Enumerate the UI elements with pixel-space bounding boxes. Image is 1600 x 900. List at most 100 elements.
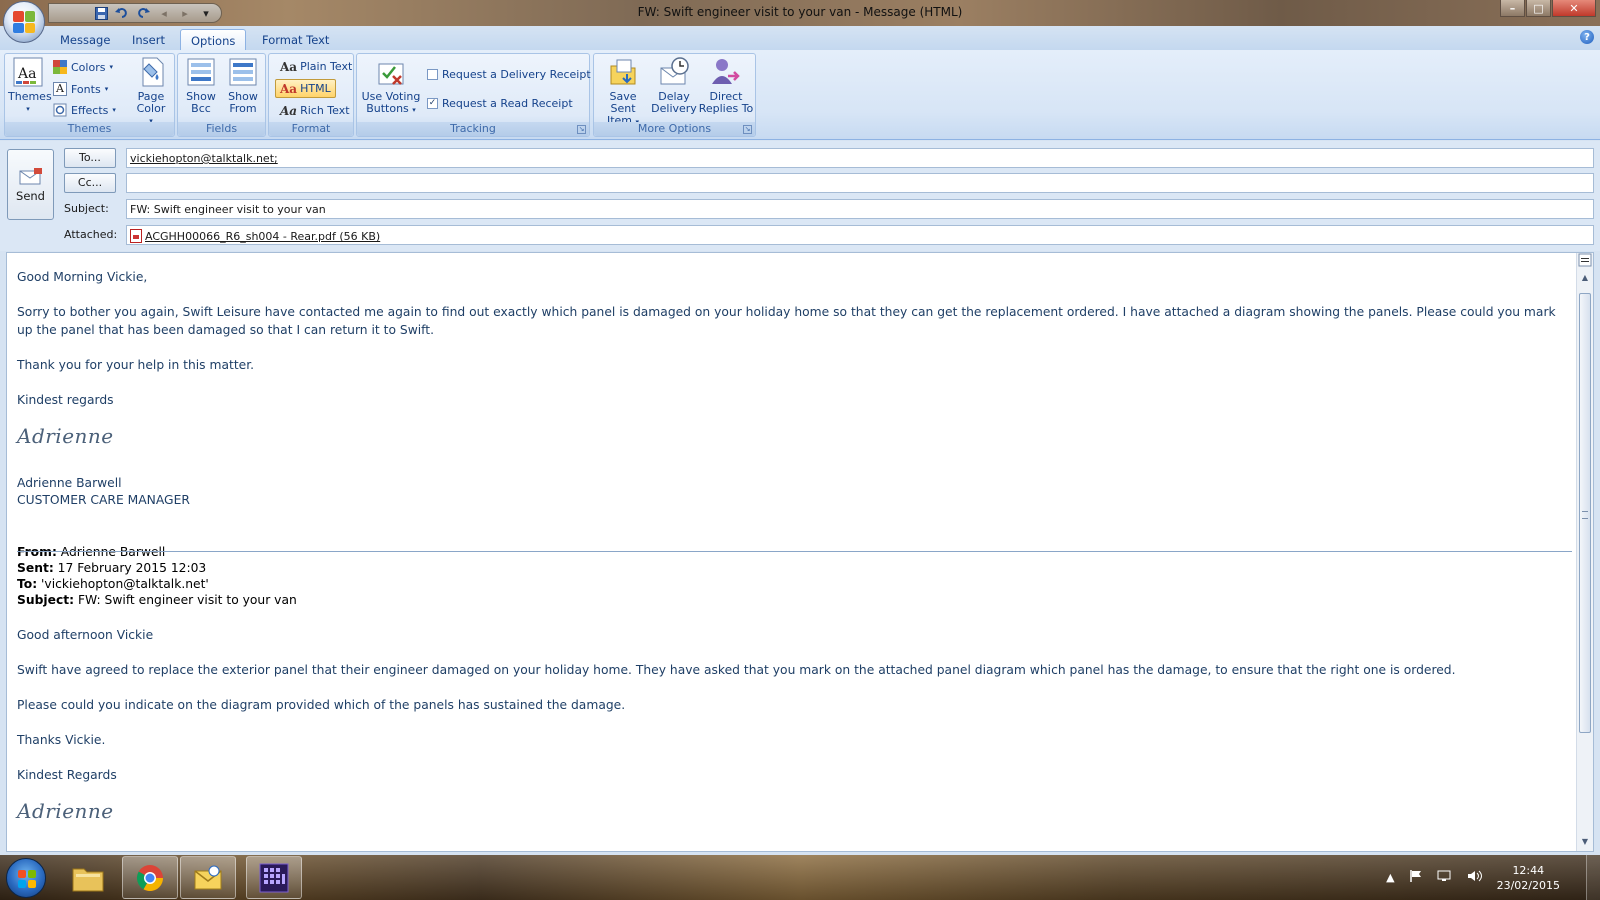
signature-name: Adrienne Barwell (17, 476, 122, 490)
to-field[interactable]: vickiehopton@talktalk.net; (126, 148, 1594, 168)
forwarded-from: From: Adrienne Barwell (17, 545, 166, 559)
delivery-receipt-check[interactable] (427, 68, 438, 80)
cc-button[interactable]: Cc... (64, 173, 116, 193)
fonts-icon: A (53, 82, 67, 96)
close-button[interactable]: ✕ (1552, 0, 1596, 17)
show-bcc-button[interactable]: Show Bcc (181, 56, 221, 115)
network-icon[interactable] (1437, 869, 1453, 886)
fonts-label: Fonts (71, 82, 101, 96)
read-receipt-check[interactable]: ✓ (427, 97, 438, 109)
page-color-button[interactable]: Page Color ▾ (129, 56, 173, 127)
rich-text-option[interactable]: Aa Rich Text (275, 101, 355, 120)
tray-expand-icon[interactable]: ▲ (1386, 871, 1394, 884)
message-body[interactable]: Good Morning Vickie, Sorry to bother you… (6, 252, 1594, 852)
windows-logo-icon (18, 870, 36, 888)
forwarded-to: To: 'vickiehopton@talktalk.net' (17, 577, 209, 591)
format-group-label: Format (269, 122, 353, 136)
chrome-icon (136, 864, 164, 891)
forwarded-sent: Sent: 17 February 2015 12:03 (17, 561, 207, 575)
taskbar-explorer[interactable] (60, 856, 116, 899)
voting-icon (375, 56, 407, 88)
to-recipient[interactable]: vickiehopton@talktalk.net; (130, 152, 278, 165)
taskbar-outlook[interactable] (180, 856, 236, 899)
to-button[interactable]: To... (64, 148, 116, 168)
send-label: Send (16, 189, 45, 203)
maximize-button[interactable]: □ (1526, 0, 1551, 17)
tracking-dialog-launcher[interactable]: ↘ (577, 125, 586, 134)
clock[interactable]: 12:44 23/02/2015 (1497, 863, 1560, 893)
themes-button[interactable]: Aa Themes ▾ (8, 56, 52, 115)
rich-text-icon: Aa (280, 103, 298, 118)
tab-insert[interactable]: Insert (122, 29, 175, 50)
tab-options[interactable]: Options (180, 29, 247, 50)
ruler-toggle-icon[interactable] (1578, 253, 1592, 267)
plain-text-icon: Aa (280, 59, 298, 74)
scroll-down-icon[interactable]: ▼ (1578, 835, 1592, 849)
outlook-icon (194, 865, 222, 889)
window-controls: – □ ✕ (1500, 0, 1596, 17)
office-button[interactable] (3, 1, 45, 43)
direct-replies-button[interactable]: Direct Replies To (698, 56, 754, 115)
svg-text:Aa: Aa (17, 66, 36, 82)
direct-label-2: Replies To (698, 102, 754, 115)
read-receipt-checkbox[interactable]: ✓ Request a Read Receipt (427, 94, 573, 112)
plain-text-label: Plain Text (300, 60, 353, 73)
save-sent-item-button[interactable]: Save Sent Item ▾ (597, 56, 649, 128)
help-icon[interactable]: ? (1580, 30, 1594, 44)
forwarded-paragraph-2: Please could you indicate on the diagram… (17, 698, 626, 712)
themes-icon: Aa (12, 56, 44, 88)
fonts-button[interactable]: A Fonts ▾ (53, 80, 108, 98)
voting-buttons-button[interactable]: Use Voting Buttons ▾ (360, 56, 422, 116)
show-bcc-icon (185, 56, 217, 88)
more-options-dialog-launcher[interactable]: ↘ (743, 125, 752, 134)
office-logo-icon (13, 11, 35, 33)
effects-button[interactable]: Effects ▾ (53, 101, 116, 119)
delivery-receipt-checkbox[interactable]: Request a Delivery Receipt (427, 65, 591, 83)
attachment-link[interactable]: ACGHH00066_R6_sh004 - Rear.pdf (56 KB) (145, 230, 380, 243)
ribbon: Aa Themes ▾ Colors ▾ A Fonts ▾ Effects ▾ Pa… (0, 50, 1600, 140)
show-desktop-button[interactable] (1586, 855, 1600, 900)
taskbar: ▲ 12:44 23/02/2015 (0, 855, 1600, 900)
html-icon: Aa (280, 81, 298, 96)
pdf-icon (130, 229, 142, 243)
send-button[interactable]: Send (7, 149, 54, 220)
scroll-up-icon[interactable]: ▲ (1578, 271, 1592, 285)
minimize-button[interactable]: – (1500, 0, 1525, 17)
subject-field[interactable]: FW: Swift engineer visit to your van (126, 199, 1594, 219)
format-group: Aa Plain Text Aa HTML Aa Rich Text Format (268, 53, 354, 137)
action-center-flag-icon[interactable] (1409, 869, 1423, 886)
fields-group-label: Fields (178, 122, 265, 136)
colors-label: Colors (71, 60, 106, 74)
taskbar-chrome[interactable] (122, 856, 178, 899)
effects-icon (53, 103, 67, 117)
colors-button[interactable]: Colors ▾ (53, 58, 113, 76)
forwarded-greeting: Good afternoon Vickie (17, 628, 154, 642)
tab-message[interactable]: Message (50, 29, 120, 50)
rich-text-label: Rich Text (300, 104, 350, 117)
save-sent-icon (607, 56, 639, 88)
themes-group-label: Themes (5, 122, 174, 136)
taskbar-app-grid[interactable] (246, 856, 302, 899)
vertical-scrollbar[interactable]: ▲ ▼ (1576, 253, 1593, 851)
tab-format-text[interactable]: Format Text (252, 29, 339, 50)
effects-label: Effects (71, 103, 109, 117)
clock-date: 23/02/2015 (1496, 878, 1560, 892)
more-options-group-label: More Options (594, 122, 755, 136)
greeting: Good Morning Vickie, (17, 270, 148, 284)
plain-text-option[interactable]: Aa Plain Text (275, 57, 357, 76)
attachment-field: ACGHH00066_R6_sh004 - Rear.pdf (56 KB) (126, 225, 1594, 245)
start-button[interactable] (6, 858, 46, 898)
title-bar: ◂ ▸ ▾ FW: Swift engineer visit to your v… (0, 0, 1600, 26)
html-option[interactable]: Aa HTML (275, 79, 336, 98)
show-from-label-2: From (229, 102, 257, 115)
message-header: Send To... vickiehopton@talktalk.net; Cc… (0, 141, 1600, 251)
window-title: FW: Swift engineer visit to your van - M… (637, 5, 963, 19)
delay-delivery-button[interactable]: Delay Delivery (650, 56, 698, 115)
volume-icon[interactable] (1467, 869, 1483, 886)
body-paragraph-1: Sorry to bother you again, Swift Leisure… (17, 305, 1556, 337)
show-from-button[interactable]: Show From (223, 56, 263, 115)
cc-field[interactable] (126, 173, 1594, 193)
save-sent-label-1: Save Sent (609, 90, 637, 115)
read-receipt-label: Request a Read Receipt (442, 96, 573, 110)
direct-replies-icon (710, 56, 742, 88)
